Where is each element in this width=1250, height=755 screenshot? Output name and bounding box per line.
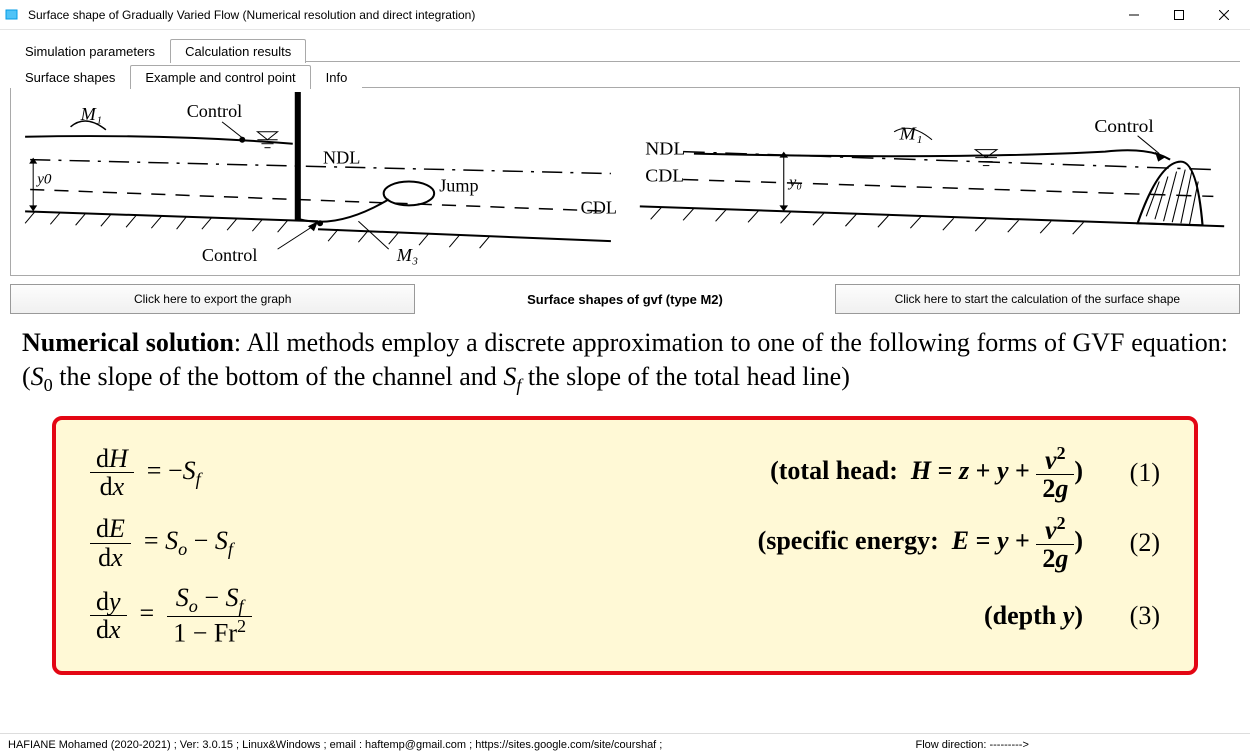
explain-heading: Numerical solution <box>22 328 234 357</box>
tab-info[interactable]: Info <box>311 65 363 89</box>
label-y0-left: y0 <box>35 172 52 188</box>
maximize-button[interactable] <box>1156 0 1201 30</box>
tab-example-control-point[interactable]: Example and control point <box>130 65 310 89</box>
minimize-button[interactable] <box>1111 0 1156 30</box>
start-calculation-button[interactable]: Click here to start the calculation of t… <box>835 284 1240 314</box>
tab-calculation-results[interactable]: Calculation results <box>170 39 306 63</box>
label-m3: M₃ <box>396 245 418 265</box>
status-flow-direction: Flow direction: ---------> <box>916 739 1029 751</box>
label-cdl-r: CDL <box>645 166 684 186</box>
label-control-bottom: Control <box>202 245 258 265</box>
client-area: Simulation parameters Calculation result… <box>0 30 1250 733</box>
label-m1: M₁ <box>80 104 102 124</box>
example-diagram: M₁ Control NDL CDL y0 <box>10 88 1240 276</box>
status-bar: HAFIANE Mohamed (2020-2021) ; Ver: 3.0.1… <box>0 733 1250 755</box>
close-button[interactable] <box>1201 0 1246 30</box>
tabs-primary: Simulation parameters Calculation result… <box>10 36 1240 62</box>
window-title: Surface shape of Gradually Varied Flow (… <box>28 8 1111 22</box>
tab-surface-shapes[interactable]: Surface shapes <box>10 65 130 89</box>
calculation-results-pane: Surface shapes Example and control point… <box>10 64 1240 681</box>
label-control-r: Control <box>1094 116 1153 136</box>
surface-shape-label: Surface shapes of gvf (type M2) <box>423 284 826 314</box>
action-row: Click here to export the graph Surface s… <box>10 284 1240 314</box>
label-ndl-r: NDL <box>645 139 685 159</box>
label-cdl: CDL <box>581 197 617 217</box>
titlebar: Surface shape of Gradually Varied Flow (… <box>0 0 1250 30</box>
label-ndl: NDL <box>323 148 360 168</box>
tab-simulation-parameters[interactable]: Simulation parameters <box>10 39 170 63</box>
label-y0-r: y₀ <box>787 174 802 190</box>
equation-3: dydx = So − Sf1 − Fr2 (depth y) (3) <box>86 578 1164 653</box>
label-m1-r: M₁ <box>898 124 922 144</box>
app-icon <box>4 7 20 23</box>
window-controls <box>1111 0 1246 30</box>
diagram-right: NDL CDL M₁ y₀ Control <box>629 92 1235 271</box>
diagram-left: M₁ Control NDL CDL y0 <box>15 92 621 271</box>
label-control-top: Control <box>187 101 243 121</box>
export-graph-button[interactable]: Click here to export the graph <box>10 284 415 314</box>
equations-box: dHdx = −Sf (total head: H = z + y + v22g… <box>52 416 1198 676</box>
equation-1: dHdx = −Sf (total head: H = z + y + v22g… <box>86 438 1164 508</box>
theory-panel: Numerical solution: All methods employ a… <box>10 320 1240 681</box>
equation-2: dEdx = So − Sf (specific energy: E = y +… <box>86 508 1164 578</box>
status-credits: HAFIANE Mohamed (2020-2021) ; Ver: 3.0.1… <box>8 739 662 751</box>
explanation-text: Numerical solution: All methods employ a… <box>22 326 1228 398</box>
tabs-secondary: Surface shapes Example and control point… <box>10 64 1240 88</box>
label-jump: Jump <box>439 176 478 196</box>
